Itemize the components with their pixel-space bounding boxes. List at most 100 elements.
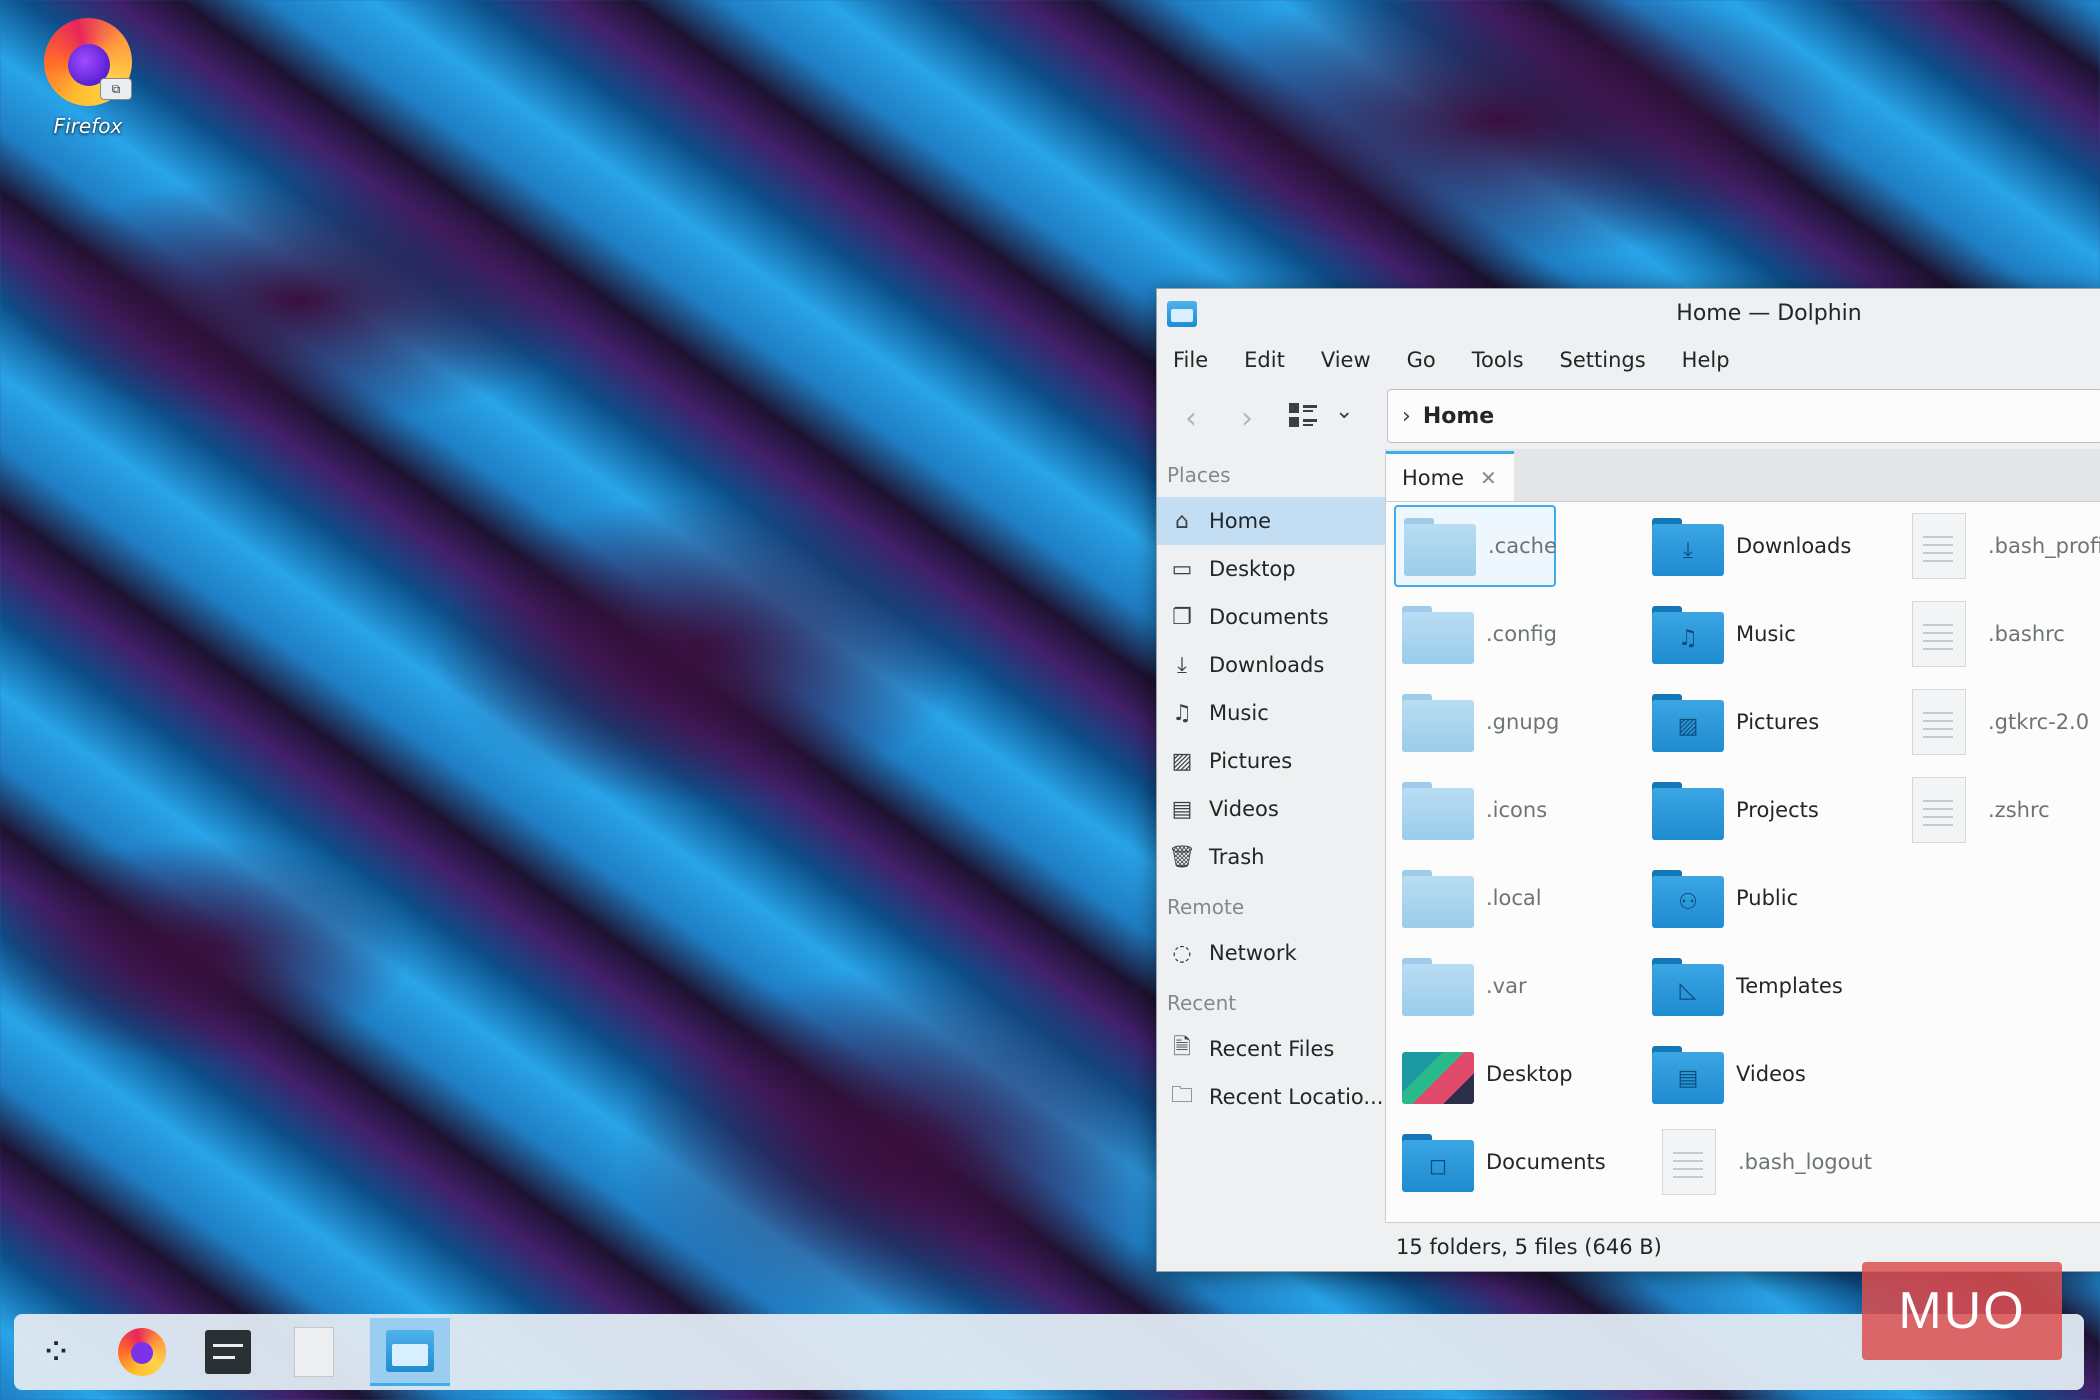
firefox-icon	[118, 1328, 166, 1376]
file-name: Desktop	[1486, 1062, 1573, 1086]
file-item[interactable]: ♫ Music	[1644, 593, 1884, 675]
place-label: Recent Locatio...	[1209, 1085, 1384, 1109]
place-label: Desktop	[1209, 557, 1296, 581]
place-downloads[interactable]: ⤓ Downloads	[1157, 641, 1385, 689]
menu-bar: File Edit View Go Tools Settings Help	[1157, 339, 2100, 381]
folder-icon	[1402, 692, 1474, 752]
file-name: .icons	[1486, 798, 1548, 822]
taskbar: ⁘	[14, 1314, 2084, 1390]
videos-icon: ▤	[1171, 796, 1193, 822]
file-name: .bash_profil	[1988, 534, 2100, 558]
place-videos[interactable]: ▤ Videos	[1157, 785, 1385, 833]
desktop-icon: ▭	[1171, 556, 1193, 582]
file-item[interactable]: .gnupg	[1394, 681, 1634, 763]
menu-file[interactable]: File	[1173, 348, 1208, 372]
file-item[interactable]: ▨ Pictures	[1644, 681, 1884, 763]
menu-go[interactable]: Go	[1407, 348, 1436, 372]
music-icon: ♫	[1172, 700, 1192, 726]
file-item[interactable]: ◻ Documents	[1394, 1121, 1634, 1203]
place-recent-locations[interactable]: 🗀 Recent Locatio...	[1157, 1073, 1385, 1121]
place-network[interactable]: ◌ Network	[1157, 929, 1385, 977]
taskbar-system-settings[interactable]	[198, 1322, 258, 1382]
place-desktop[interactable]: ▭ Desktop	[1157, 545, 1385, 593]
forward-arrow-icon[interactable]: ›	[1241, 401, 1253, 436]
close-icon[interactable]: ✕	[1480, 466, 1497, 490]
place-label: Home	[1209, 509, 1272, 533]
status-text: 15 folders, 5 files (646 B)	[1396, 1235, 1662, 1259]
file-item[interactable]: .bashrc	[1894, 593, 2100, 675]
file-item[interactable]: ⚇ Public	[1644, 857, 1884, 939]
watermark-logo: MUO	[1862, 1262, 2062, 1360]
file-item[interactable]: .var	[1394, 945, 1634, 1027]
file-item[interactable]: .gtkrc-2.0	[1894, 681, 2100, 763]
place-label: Downloads	[1209, 653, 1325, 677]
public-folder-icon: ⚇	[1652, 868, 1724, 928]
file-item[interactable]: ⤓ Downloads	[1644, 505, 1884, 587]
file-name: Public	[1736, 886, 1799, 910]
places-panel: Places ⌂ Home ▭ Desktop ❐ Documents ⤓ Do…	[1157, 449, 1386, 1223]
network-icon: ◌	[1172, 940, 1192, 966]
breadcrumb-arrow-icon: ›	[1402, 403, 1411, 429]
folder-icon	[1402, 780, 1474, 840]
menu-view[interactable]: View	[1321, 348, 1371, 372]
file-name: .gnupg	[1486, 710, 1560, 734]
recent-locations-icon: 🗀	[1170, 1083, 1193, 1108]
place-trash[interactable]: 🗑 Trash	[1157, 833, 1385, 881]
remote-header: Remote	[1167, 895, 1245, 919]
file-item[interactable]: .bash_profil	[1894, 505, 2100, 587]
file-item[interactable]: Projects	[1644, 769, 1884, 851]
text-file-icon	[1912, 689, 1966, 755]
file-name: .bash_logout	[1738, 1150, 1873, 1174]
back-arrow-icon[interactable]: ‹	[1185, 401, 1197, 436]
view-mode-icon[interactable]	[1289, 403, 1317, 429]
place-documents[interactable]: ❐ Documents	[1157, 593, 1385, 641]
chevron-down-icon[interactable]: ⌄	[1335, 399, 1353, 424]
folder-icon	[1652, 780, 1724, 840]
file-name: Documents	[1486, 1150, 1606, 1174]
text-file-icon	[1912, 513, 1966, 579]
title-bar[interactable]: Home — Dolphin	[1157, 289, 2100, 339]
menu-settings[interactable]: Settings	[1560, 348, 1646, 372]
file-item[interactable]: .config	[1394, 593, 1634, 675]
app-launcher-button[interactable]: ⁘	[26, 1322, 86, 1382]
place-label: Videos	[1209, 797, 1279, 821]
taskbar-file[interactable]	[284, 1322, 344, 1382]
tab-bar: Home ✕	[1386, 449, 2100, 502]
file-item[interactable]: .local	[1394, 857, 1634, 939]
firefox-desktop-icon[interactable]: ⧉ Firefox	[28, 10, 148, 138]
toolbar: ‹ › ⌄ › Home	[1157, 381, 2100, 450]
menu-tools[interactable]: Tools	[1472, 348, 1524, 372]
documents-folder-icon: ◻	[1402, 1132, 1474, 1192]
file-name: Downloads	[1736, 534, 1852, 558]
place-music[interactable]: ♫ Music	[1157, 689, 1385, 737]
tab-home[interactable]: Home ✕	[1386, 451, 1514, 501]
place-label: Pictures	[1209, 749, 1293, 773]
location-bar[interactable]: › Home	[1387, 389, 2100, 443]
place-home[interactable]: ⌂ Home	[1157, 497, 1385, 545]
place-pictures[interactable]: ▨ Pictures	[1157, 737, 1385, 785]
taskbar-firefox[interactable]	[112, 1322, 172, 1382]
file-item[interactable]: .zshrc	[1894, 769, 2100, 851]
place-recent-files[interactable]: 🗎 Recent Files	[1157, 1025, 1385, 1073]
firefox-icon: ⧉	[40, 10, 136, 106]
file-name: Projects	[1736, 798, 1819, 822]
folder-icon	[1402, 604, 1474, 664]
file-item[interactable]: .cache	[1394, 505, 1557, 587]
folder-icon	[1402, 956, 1474, 1016]
menu-edit[interactable]: Edit	[1244, 348, 1285, 372]
file-item[interactable]: ▤ Videos	[1644, 1033, 1884, 1115]
documents-icon: ❐	[1172, 604, 1192, 630]
file-item[interactable]: ◺ Templates	[1644, 945, 1884, 1027]
tab-label: Home	[1402, 465, 1465, 490]
file-item[interactable]: .bash_logout	[1644, 1121, 1884, 1203]
file-item[interactable]: Desktop	[1394, 1033, 1634, 1115]
file-name: Pictures	[1736, 710, 1820, 734]
taskbar-dolphin[interactable]	[370, 1318, 450, 1386]
breadcrumb-home[interactable]: Home	[1423, 404, 1494, 429]
menu-help[interactable]: Help	[1682, 348, 1730, 372]
file-item[interactable]: .icons	[1394, 769, 1634, 851]
file-name: .gtkrc-2.0	[1988, 710, 2090, 734]
file-grid: .cache .config .gnupg .icons .local .var…	[1386, 505, 2100, 1223]
file-name: .var	[1486, 974, 1527, 998]
desktop-icon-label: Firefox	[53, 114, 123, 138]
